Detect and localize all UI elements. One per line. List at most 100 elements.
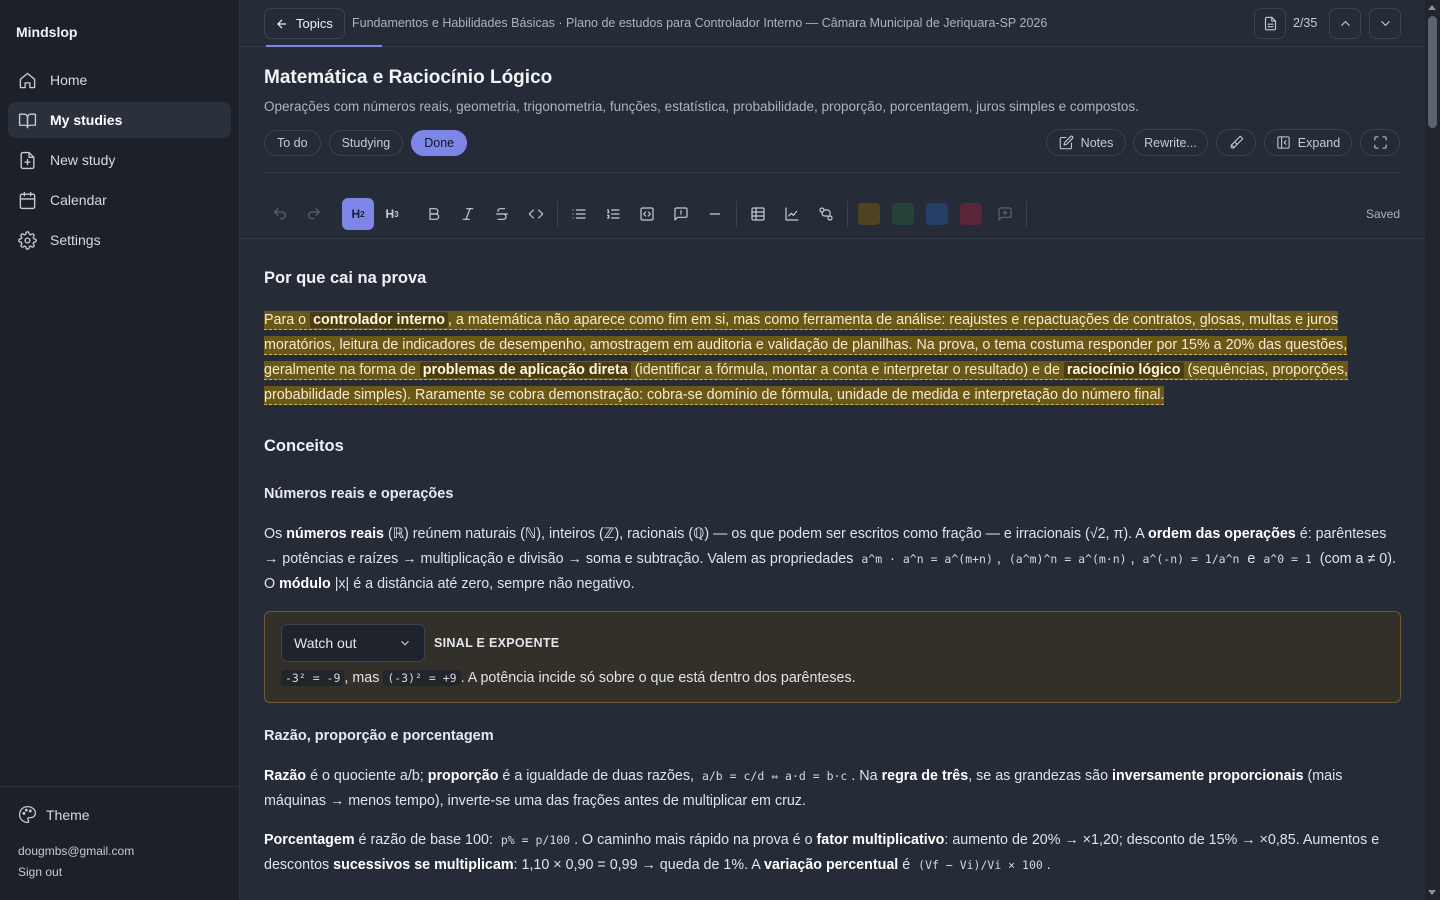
sidebar-item-label: Calendar (50, 192, 107, 208)
italic-button[interactable] (453, 198, 483, 230)
text: : 1,10 × 0,90 = 0,99 → queda de 1%. A (513, 857, 764, 873)
toolbar-separator (557, 201, 558, 227)
code-icon (528, 209, 544, 219)
sign-out-link[interactable]: Sign out (18, 865, 62, 879)
ordered-list-button[interactable] (598, 198, 628, 230)
inline-code: (-3)² = +9 (383, 670, 461, 686)
highlight-yellow-swatch[interactable] (858, 203, 880, 225)
diagram-button[interactable] (811, 198, 841, 230)
rewrite-button[interactable]: Rewrite... (1133, 129, 1208, 156)
bullet-list-icon (572, 209, 586, 219)
heading-2-button[interactable]: H2 (342, 198, 374, 230)
save-status: Saved (1365, 207, 1400, 221)
sidebar-item-new-study[interactable]: New study (8, 142, 231, 178)
heading-3-button[interactable]: H3 (377, 198, 407, 230)
horizontal-rule-button[interactable] (700, 198, 730, 230)
inline-code: a^m · a^n = a^(m+n) (861, 552, 993, 566)
text: é o quociente a/b; (306, 768, 428, 784)
inline-code: (a^m)^n = a^(m·n) (1008, 552, 1127, 566)
editor-toolbar: H2 H3 Saved (264, 197, 1400, 231)
status-todo-button[interactable]: To do (264, 130, 321, 156)
inline-code-button[interactable] (521, 198, 551, 230)
code-block-button[interactable] (632, 198, 662, 230)
status-selector: To do Studying Done (264, 130, 468, 156)
bold-text: Porcentagem (264, 832, 355, 848)
strikethrough-icon (496, 208, 508, 220)
section-heading: Conceitos (264, 437, 344, 455)
subsection-heading: Números reais e operações (264, 486, 454, 502)
redo-button[interactable] (299, 198, 329, 230)
toolbar-separator (736, 201, 737, 227)
sidebar-item-my-studies[interactable]: My studies (8, 102, 231, 138)
highlight-green-swatch[interactable] (892, 203, 914, 225)
theme-toggle[interactable]: Theme (18, 805, 90, 824)
expand-action: Expand (1264, 129, 1352, 156)
notes-label: Notes (1080, 135, 1114, 150)
highlight: Para o controlador interno, a matemática… (264, 311, 1349, 405)
back-to-topics-button[interactable]: Topics (264, 8, 345, 39)
toolbar-divider (240, 238, 1425, 239)
bold-text: inversamente proporcionais (1112, 768, 1304, 784)
text: Para o (264, 312, 311, 328)
bold-button[interactable] (419, 198, 449, 230)
chart-button[interactable] (777, 198, 807, 230)
fullscreen-button[interactable] (1360, 129, 1400, 156)
comment-button[interactable] (990, 198, 1020, 230)
text: . Na (851, 768, 882, 784)
panel-expand-icon (1277, 136, 1290, 149)
top-bar: Topics Fundamentos e Habilidades Básicas… (240, 0, 1425, 47)
paragraph: Os números reais (ℝ) reúnem naturais (ℕ)… (264, 522, 1401, 597)
text: , (1130, 551, 1139, 567)
clean-action (1216, 129, 1256, 156)
next-topic-button[interactable] (1369, 8, 1401, 39)
inline-code: (Vf − Vi)/Vi × 100 (918, 858, 1043, 872)
home-icon (19, 72, 36, 88)
sidebar-item-calendar[interactable]: Calendar (8, 182, 231, 218)
progress-underline (266, 45, 382, 47)
undo-button[interactable] (265, 198, 295, 230)
text: (identificar a fórmula, montar a conta e… (630, 362, 1064, 378)
inline-code: a^(-n) = 1/a^n (1142, 552, 1240, 566)
header-divider (264, 172, 1400, 173)
scroll-down-arrow[interactable] (1428, 890, 1436, 895)
text: é (898, 857, 915, 873)
sidebar-item-settings[interactable]: Settings (8, 222, 231, 258)
notes-button[interactable]: Notes (1046, 129, 1126, 156)
toolbar-separator (847, 201, 848, 227)
document-button[interactable] (1254, 8, 1286, 39)
table-button[interactable] (743, 198, 773, 230)
bold-text: problemas de aplicação direta (419, 362, 631, 378)
page-counter: 2/35 (1293, 16, 1318, 30)
previous-topic-button[interactable] (1329, 8, 1361, 39)
callout-title[interactable]: SINAL E EXPOENTE (434, 636, 559, 650)
page-title: Matemática e Raciocínio Lógico (264, 67, 553, 88)
text: é a igualdade de duas razões, (498, 768, 698, 784)
highlight-blue-swatch[interactable] (926, 203, 948, 225)
text: . O caminho mais rápido na prova é o (574, 832, 817, 848)
undo-icon (274, 208, 286, 220)
toolbar-separator (1026, 201, 1027, 227)
status-done-button[interactable]: Done (411, 130, 468, 156)
expand-button[interactable]: Expand (1264, 129, 1352, 156)
document-icon (1264, 16, 1276, 31)
back-button-label: Topics (296, 16, 333, 31)
sidebar-item-label: My studies (50, 112, 123, 128)
bullet-list-button[interactable] (564, 198, 594, 230)
scroll-thumb[interactable] (1428, 16, 1437, 128)
sidebar-item-label: Settings (50, 232, 101, 248)
h2-sub: 2 (360, 209, 365, 219)
scrollbar[interactable] (1425, 0, 1440, 900)
scroll-up-arrow[interactable] (1428, 5, 1436, 10)
clean-format-button[interactable] (1216, 129, 1256, 156)
highlight-red-swatch[interactable] (960, 203, 982, 225)
status-studying-button[interactable]: Studying (328, 130, 404, 156)
palette-icon (19, 805, 37, 824)
bold-icon (429, 208, 440, 220)
paragraph: Porcentagem é razão de base 100: p% = p/… (264, 828, 1401, 878)
bold-text: números reais (286, 526, 384, 542)
strikethrough-button[interactable] (487, 198, 517, 230)
rewrite-action: Rewrite... (1133, 129, 1208, 156)
callout-type-select[interactable]: Watch out (281, 624, 425, 662)
callout-button[interactable] (666, 198, 696, 230)
sidebar-item-home[interactable]: Home (8, 62, 231, 98)
